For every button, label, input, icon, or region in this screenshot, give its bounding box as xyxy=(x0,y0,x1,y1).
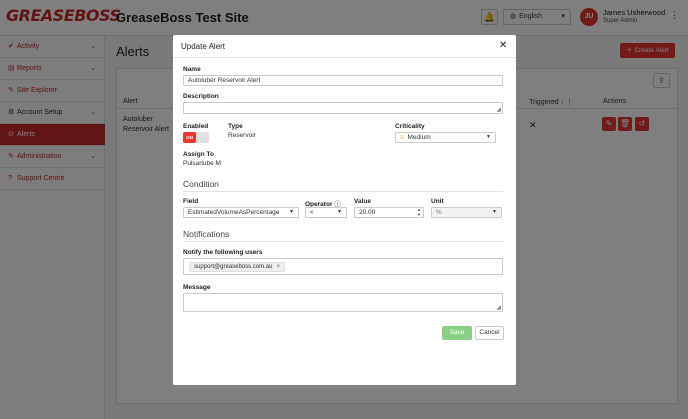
criticality-select[interactable]: ≡ Medium ▼ xyxy=(395,132,496,143)
toggle-on-label: ON xyxy=(183,132,196,143)
remove-chip-icon[interactable]: × xyxy=(276,264,280,270)
divider xyxy=(173,57,516,58)
notify-users-input[interactable]: support@greaseboss.com.au × xyxy=(183,258,503,275)
field-select[interactable]: EstimatedVolumeAsPercentage ▼ xyxy=(183,207,299,218)
criticality-label: Criticality xyxy=(395,123,425,130)
name-input[interactable]: Autoluber Reservoir Alert xyxy=(183,75,503,86)
caret-down-icon: ▼ xyxy=(337,209,342,215)
caret-down-icon: ▼ xyxy=(289,209,294,215)
modal-title: Update Alert xyxy=(181,42,226,51)
value-input[interactable]: 20.00 ▲ ▼ xyxy=(354,207,424,218)
value-value: 20.00 xyxy=(359,209,376,216)
type-value: Reservoir xyxy=(228,132,256,139)
resize-handle-icon[interactable]: ◢ xyxy=(496,106,501,113)
save-button[interactable]: Save xyxy=(442,326,472,340)
field-value: EstimatedVolumeAsPercentage xyxy=(188,209,280,216)
enabled-toggle[interactable]: ON xyxy=(183,132,209,143)
condition-heading: Condition xyxy=(183,179,219,189)
number-stepper-icon[interactable]: ▲ ▼ xyxy=(417,207,421,217)
user-chip: support@greaseboss.com.au × xyxy=(189,262,285,272)
user-chip-label: support@greaseboss.com.au xyxy=(194,264,273,270)
divider xyxy=(183,241,503,242)
unit-value: % xyxy=(436,209,442,216)
medium-priority-icon: ≡ xyxy=(400,135,404,141)
notify-users-label: Notify the following users xyxy=(183,249,263,256)
divider xyxy=(183,191,503,192)
caret-down-icon: ▼ xyxy=(492,209,497,215)
type-label: Type xyxy=(228,123,243,130)
caret-down-icon: ▼ xyxy=(486,134,491,140)
description-textarea[interactable]: ◢ xyxy=(183,102,503,114)
assign-to-label: Assign To xyxy=(183,151,214,158)
notifications-heading: Notifications xyxy=(183,229,230,239)
unit-select[interactable]: % ▼ xyxy=(431,207,502,218)
value-label: Value xyxy=(354,198,371,205)
cancel-button[interactable]: Cancel xyxy=(475,326,504,340)
field-label: Field xyxy=(183,198,199,205)
message-label: Message xyxy=(183,284,211,291)
unit-label: Unit xyxy=(431,198,444,205)
resize-handle-icon[interactable]: ◢ xyxy=(496,304,501,311)
message-textarea[interactable]: ◢ xyxy=(183,293,503,312)
criticality-value: Medium xyxy=(407,134,431,141)
assign-to-value: Pulsarlube M xyxy=(183,160,221,167)
close-icon[interactable]: ✕ xyxy=(499,40,507,51)
operator-value: < xyxy=(310,209,314,216)
description-label: Description xyxy=(183,93,219,100)
update-alert-modal: Update Alert ✕ Name Autoluber Reservoir … xyxy=(173,35,516,385)
operator-select[interactable]: < ▼ xyxy=(305,207,347,218)
name-label: Name xyxy=(183,66,201,73)
enabled-label: Enabled xyxy=(183,123,209,130)
